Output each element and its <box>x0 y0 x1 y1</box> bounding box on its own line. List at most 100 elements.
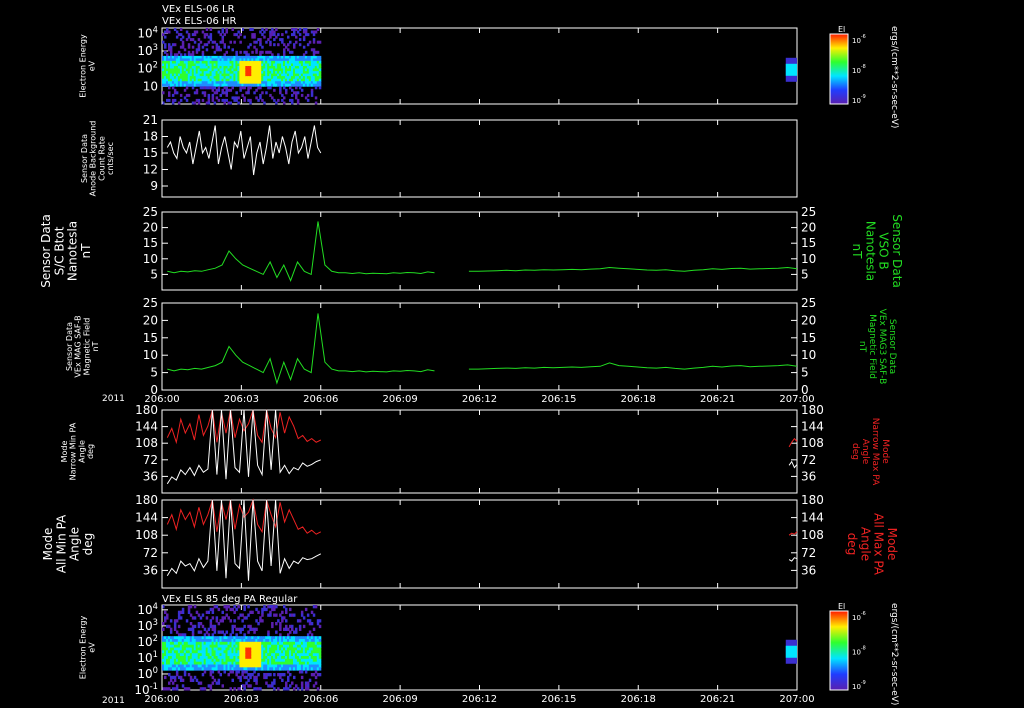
spectrogram-cell <box>203 670 207 674</box>
spectrogram-cell <box>231 678 234 682</box>
spectrogram-cell <box>179 93 183 97</box>
spectrogram-cell <box>181 607 185 612</box>
y-tick-label: 9 <box>150 179 158 193</box>
spectrogram-cell <box>229 40 232 44</box>
spectrogram-cell <box>201 624 205 629</box>
spectrogram-cell <box>164 619 167 623</box>
spectrogram-cell <box>171 101 175 105</box>
spectrogram-cell <box>306 98 310 102</box>
spectrogram-cell <box>166 616 169 620</box>
spectrogram-cell <box>298 38 302 42</box>
spectrogram-cell <box>235 633 238 637</box>
spectrogram-cell <box>279 624 282 629</box>
title-line-2: VEx ELS-06 HR <box>162 16 237 27</box>
spectrogram-cell <box>259 687 262 691</box>
spectrogram-cell <box>201 30 205 34</box>
spectrogram-cell <box>255 50 258 54</box>
spectrogram-cell <box>298 624 302 629</box>
spectrogram-cell <box>235 53 238 57</box>
spectrogram-cell <box>310 633 314 637</box>
spectrogram-cell <box>241 627 244 631</box>
spectrogram-cell <box>308 40 312 44</box>
spectrogram-cell <box>233 687 236 691</box>
x-tick-label: 206:15 <box>541 394 576 405</box>
spectrogram-cell <box>233 624 236 629</box>
spectrogram-cell <box>211 45 215 49</box>
spectrogram-cell <box>243 35 246 39</box>
x-tick-label: 206:03 <box>224 694 259 705</box>
y-tick-label: 180 <box>135 403 158 417</box>
spectrogram-cell <box>249 43 252 47</box>
y-tick-label: 10 <box>143 79 158 93</box>
spectrogram-cell <box>293 675 296 680</box>
spectrogram-cell <box>239 678 242 682</box>
x-tick-label: 206:03 <box>224 394 259 405</box>
spectrogram-cell <box>231 28 234 31</box>
spectrogram-cell <box>197 45 201 49</box>
spectrogram-cell <box>316 687 320 691</box>
y-tick-label: 21 <box>143 113 158 127</box>
spectrogram-cell <box>281 610 284 614</box>
spectrogram-cell <box>168 86 171 90</box>
spectrogram-cell <box>243 86 246 90</box>
spectrogram-cell <box>318 40 322 44</box>
spectrogram-cell <box>199 40 203 44</box>
y-tick-label: 25 <box>143 296 158 310</box>
year-label-lower: 2011 <box>102 696 125 706</box>
y-tick-label-right: 72 <box>801 546 816 560</box>
spectrogram-cell <box>265 40 268 44</box>
spectrogram-cell <box>227 45 230 49</box>
spectrogram-cell <box>304 607 308 612</box>
spectrogram-cell <box>275 630 278 634</box>
spectrogram-cell <box>201 98 205 102</box>
spectrogram-cell <box>239 50 242 54</box>
spectrogram-cell <box>300 670 304 674</box>
spectrogram-cell <box>221 610 224 614</box>
spectrogram-cell <box>318 60 322 64</box>
spectrogram-cell <box>237 96 240 100</box>
spectrogram-cell <box>277 98 280 102</box>
spectrogram-cell <box>293 45 296 49</box>
spectrogram-cell <box>251 50 254 54</box>
spectrogram-cell <box>318 673 322 677</box>
spectrogram-cell <box>164 675 167 680</box>
spectrogram-cell <box>173 98 177 102</box>
spectrogram-cell <box>253 670 256 674</box>
spectrogram-cell <box>247 53 250 57</box>
y-tick-label: 20 <box>143 313 158 327</box>
spectrogram-cell <box>304 50 308 54</box>
spectrogram-cell <box>310 93 314 97</box>
spectrogram-cell <box>191 38 195 42</box>
y-tick-label: 108 <box>135 436 158 450</box>
spectrogram-cell <box>177 101 181 105</box>
spectrogram-cell <box>168 91 171 95</box>
spectrogram-cell <box>205 28 209 31</box>
spectrogram-cell <box>177 624 181 629</box>
spectrogram-cell <box>217 30 221 34</box>
y-tick-label: 108 <box>135 528 158 542</box>
y-tick-label: 5 <box>150 267 158 281</box>
spectrogram-cell <box>314 86 318 90</box>
spectrogram-cell <box>275 605 278 609</box>
spectrogram-cell <box>257 673 260 677</box>
y-tick-label: 10 <box>143 252 158 266</box>
spectrogram-cell <box>296 98 300 102</box>
spectrogram-cell <box>314 681 318 685</box>
spectrogram-cell <box>291 98 294 102</box>
y-tick-label-right: 10 <box>801 252 816 266</box>
spectrogram-cell <box>197 98 201 102</box>
spectrogram-cell <box>193 40 197 44</box>
spectrogram-cell <box>316 50 320 54</box>
spectrogram-cell <box>249 684 252 688</box>
spectrogram-cell <box>318 650 322 654</box>
spectrogram-cell <box>235 91 238 95</box>
spectrogram-cell <box>265 28 268 31</box>
y-tick-label: 36 <box>143 469 158 483</box>
y-tick-label: 15 <box>143 146 158 160</box>
spectrogram-cell <box>247 91 250 95</box>
spectrogram-cell <box>271 53 274 57</box>
spectrogram-cell <box>185 98 189 102</box>
y-tick-label: 36 <box>143 563 158 577</box>
spectrogram-cell <box>249 624 252 629</box>
spectrogram-cell <box>291 624 294 629</box>
